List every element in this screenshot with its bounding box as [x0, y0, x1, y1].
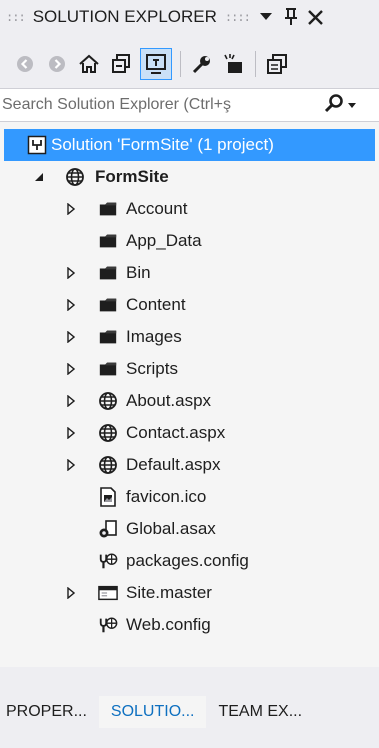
- toolbar-separator: [255, 51, 256, 77]
- tree-item[interactable]: Scripts: [0, 353, 379, 385]
- grip-icon[interactable]: :::: [6, 10, 26, 24]
- master-page-icon: [98, 583, 118, 603]
- tree-item-label: Images: [126, 327, 182, 346]
- collapsed-arrow-icon[interactable]: [65, 459, 77, 471]
- home-icon[interactable]: [76, 51, 102, 77]
- tree-item-label: About.aspx: [126, 391, 212, 410]
- collapsed-arrow-icon[interactable]: [65, 203, 77, 215]
- forward-icon[interactable]: [44, 51, 70, 77]
- back-icon[interactable]: [12, 51, 38, 77]
- solution-icon: [27, 135, 47, 155]
- folder-icon: [98, 295, 118, 315]
- folder-icon: [98, 199, 118, 219]
- collapsed-arrow-icon[interactable]: [65, 587, 77, 599]
- tree-item-label: Global.asax: [126, 519, 216, 538]
- tree-item[interactable]: Images: [0, 321, 379, 353]
- tree-item[interactable]: Bin: [0, 257, 379, 289]
- pin-icon[interactable]: [284, 8, 298, 26]
- collapsed-arrow-icon[interactable]: [65, 395, 77, 407]
- tree-item-label: Default.aspx: [126, 455, 221, 474]
- tree-item-label: packages.config: [126, 551, 249, 570]
- tab-label: PROPER...: [6, 703, 87, 720]
- tree-item-label: Site.master: [126, 583, 212, 602]
- config-icon: [98, 551, 118, 571]
- toolbar: [0, 44, 379, 84]
- close-icon[interactable]: [307, 9, 323, 25]
- chevron-down-icon[interactable]: [348, 96, 356, 114]
- tab-solution-explorer[interactable]: SOLUTIO...: [98, 696, 207, 728]
- preview-icon[interactable]: [264, 51, 290, 77]
- tree-item-solution[interactable]: Solution 'FormSite' (1 project): [4, 129, 375, 161]
- tree-item[interactable]: App_Data: [0, 225, 379, 257]
- folder-icon: [98, 231, 118, 251]
- folder-icon: [98, 263, 118, 283]
- bottom-tabs: PROPER... SOLUTIO... TEAM EX...: [0, 696, 379, 748]
- properties-icon[interactable]: [189, 51, 215, 77]
- title-bar[interactable]: ::: SOLUTION EXPLORER ::::: [0, 0, 379, 34]
- tree-item[interactable]: Contact.aspx: [0, 417, 379, 449]
- tree-item-label: Scripts: [126, 359, 178, 378]
- tree-item[interactable]: Site.master: [0, 577, 379, 609]
- tree-item[interactable]: Content: [0, 289, 379, 321]
- search-icon[interactable]: [324, 93, 344, 118]
- tree-item-label: Content: [126, 295, 186, 314]
- solution-tree: Solution 'FormSite' (1 project) FormSite…: [0, 122, 379, 667]
- tree-item[interactable]: Account: [0, 193, 379, 225]
- tree-item[interactable]: favicon.ico: [0, 481, 379, 513]
- solution-label: Solution 'FormSite' (1 project): [51, 135, 274, 154]
- config-icon: [98, 615, 118, 635]
- tab-team-explorer[interactable]: TEAM EX...: [206, 696, 314, 728]
- grip-icon[interactable]: ::::: [225, 10, 251, 24]
- tree-item[interactable]: Web.config: [0, 609, 379, 641]
- tree-item-label: Bin: [126, 263, 151, 282]
- tree-item[interactable]: About.aspx: [0, 385, 379, 417]
- globe-icon: [98, 423, 118, 443]
- globe-icon: [98, 391, 118, 411]
- collapsed-arrow-icon[interactable]: [65, 299, 77, 311]
- tree-item[interactable]: Global.asax: [0, 513, 379, 545]
- tree-item[interactable]: Default.aspx: [0, 449, 379, 481]
- folder-icon: [98, 327, 118, 347]
- tab-label: TEAM EX...: [218, 703, 303, 720]
- tree-item-label: Account: [126, 199, 188, 218]
- panel-title: SOLUTION EXPLORER: [32, 7, 217, 26]
- search-input[interactable]: [0, 95, 314, 115]
- tab-properties[interactable]: PROPER...: [0, 696, 99, 728]
- tree-item-label: Web.config: [126, 615, 211, 634]
- project-label: FormSite: [95, 167, 169, 186]
- tab-label: SOLUTIO...: [110, 703, 195, 720]
- globe-icon: [65, 167, 85, 187]
- search-box[interactable]: [0, 88, 379, 122]
- solution-explorer-panel: ::: SOLUTION EXPLORER :::: Search Soluti…: [0, 0, 379, 748]
- collapsed-arrow-icon[interactable]: [65, 363, 77, 375]
- tree-item[interactable]: packages.config: [0, 545, 379, 577]
- image-file-icon: [98, 487, 118, 507]
- global-asax-icon: [98, 519, 118, 539]
- tree-item-label: App_Data: [126, 231, 202, 250]
- collapse-all-icon[interactable]: [108, 51, 134, 77]
- sync-view-icon[interactable]: [140, 48, 172, 80]
- globe-icon: [98, 455, 118, 475]
- tree-item-label: Contact.aspx: [126, 423, 226, 442]
- pending-changes-filter-icon[interactable]: [221, 51, 247, 77]
- collapsed-arrow-icon[interactable]: [65, 331, 77, 343]
- expanded-arrow-icon[interactable]: [33, 171, 45, 183]
- tree-item-label: favicon.ico: [126, 487, 207, 506]
- collapsed-arrow-icon[interactable]: [65, 427, 77, 439]
- dropdown-arrow-icon[interactable]: [259, 13, 272, 21]
- tree-item-project[interactable]: FormSite: [0, 161, 379, 193]
- folder-icon: [98, 359, 118, 379]
- collapsed-arrow-icon[interactable]: [65, 267, 77, 279]
- toolbar-separator: [180, 51, 181, 77]
